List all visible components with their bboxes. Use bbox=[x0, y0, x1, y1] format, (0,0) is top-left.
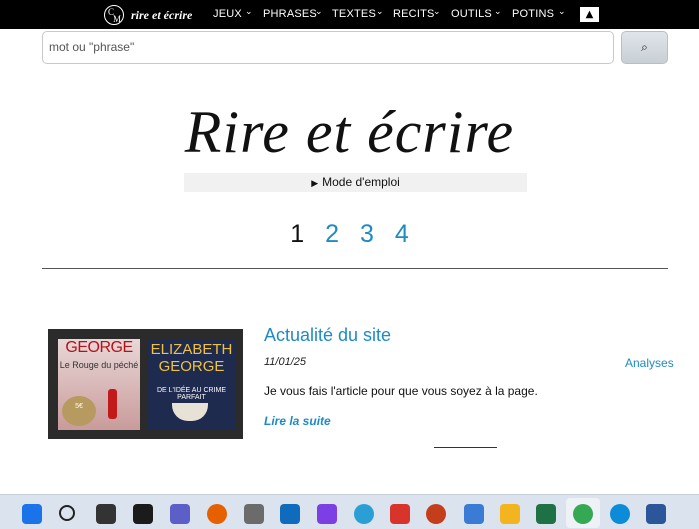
lipstick-image bbox=[108, 389, 117, 419]
page-link-2[interactable]: 2 bbox=[325, 220, 339, 249]
article-title-link[interactable]: Actualité du site bbox=[264, 325, 391, 346]
page-title: Rire et écrire bbox=[184, 99, 515, 165]
book1-author: GEORGE bbox=[65, 339, 133, 356]
page-link-3[interactable]: 3 bbox=[360, 220, 374, 249]
task-view-icon[interactable] bbox=[96, 504, 116, 524]
nav-item-outils[interactable]: OUTILS bbox=[451, 8, 492, 20]
chevron-down-icon[interactable]: ⌄ bbox=[494, 7, 502, 17]
book-cover-idee-au-crime: ELIZABETH GEORGE DE L'IDÉE AU CRIME PARF… bbox=[148, 339, 235, 430]
firefox-icon[interactable] bbox=[207, 504, 227, 524]
price-badge: 5€ bbox=[62, 396, 96, 426]
edge-icon[interactable] bbox=[610, 504, 630, 524]
nav-item-phrases[interactable]: PHRASES bbox=[263, 8, 317, 20]
teacup-image bbox=[172, 403, 208, 421]
mode-emploi-label: Mode d'emploi bbox=[322, 175, 400, 189]
search-button[interactable]: ⌕ bbox=[621, 31, 668, 64]
outlook-calendar-icon[interactable] bbox=[280, 504, 300, 524]
scroll-top-button[interactable]: ▲ bbox=[580, 7, 599, 22]
chevron-down-icon[interactable]: ⌄ bbox=[315, 7, 323, 17]
m365-icon[interactable] bbox=[317, 504, 337, 524]
article-category-link[interactable]: Analyses bbox=[625, 356, 674, 370]
search-icon[interactable] bbox=[59, 505, 75, 521]
search-input[interactable]: mot ou "phrase" bbox=[42, 31, 614, 64]
nav-item-potins[interactable]: POTINS bbox=[512, 8, 554, 20]
site-brand[interactable]: rire et écrire bbox=[131, 8, 192, 23]
book2-title: DE L'IDÉE AU CRIME PARFAIT bbox=[156, 387, 227, 401]
top-navigation-bar: C M rire et écrire JEUX ⌄ PHRASES ⌄ TEXT… bbox=[0, 0, 699, 29]
word-icon[interactable] bbox=[646, 504, 666, 524]
read-more-link[interactable]: Lire la suite bbox=[264, 414, 331, 428]
disclosure-triangle-icon: ▶ bbox=[311, 178, 319, 188]
snipping-tool-icon[interactable] bbox=[390, 504, 410, 524]
notepad-icon[interactable] bbox=[464, 504, 484, 524]
nav-item-jeux[interactable]: JEUX bbox=[213, 8, 242, 20]
chevron-down-icon[interactable]: ⌄ bbox=[558, 7, 566, 17]
page-link-4[interactable]: 4 bbox=[395, 220, 409, 249]
chevron-down-icon[interactable]: ⌄ bbox=[245, 7, 253, 17]
windows-start-icon[interactable] bbox=[22, 504, 42, 524]
page-current: 1 bbox=[290, 220, 305, 248]
article-date: 11/01/25 bbox=[264, 356, 307, 368]
powerpoint-icon[interactable] bbox=[426, 504, 446, 524]
search-icon: ⌕ bbox=[641, 40, 648, 54]
site-logo[interactable]: C M bbox=[104, 5, 124, 25]
excel-icon[interactable] bbox=[536, 504, 556, 524]
article-separator bbox=[434, 447, 497, 448]
printer-icon[interactable] bbox=[244, 504, 264, 524]
book1-title: Le Rouge du péché bbox=[59, 360, 139, 370]
file-explorer-icon[interactable] bbox=[500, 504, 520, 524]
chevron-down-icon[interactable]: ⌄ bbox=[376, 7, 384, 17]
pagination: 1 2 3 4 bbox=[0, 220, 699, 249]
chrome-icon[interactable] bbox=[573, 504, 593, 524]
section-divider bbox=[42, 268, 668, 269]
windows-taskbar bbox=[0, 494, 699, 529]
teams-icon[interactable] bbox=[170, 504, 190, 524]
nav-item-textes[interactable]: TEXTES bbox=[332, 8, 376, 20]
mode-emploi-toggle[interactable]: ▶ Mode d'emploi bbox=[184, 173, 527, 192]
paint-icon[interactable] bbox=[354, 504, 374, 524]
chevron-down-icon[interactable]: ⌄ bbox=[433, 7, 441, 17]
terminal-icon[interactable] bbox=[133, 504, 153, 524]
article-excerpt: Je vous fais l'article pour que vous soy… bbox=[264, 384, 538, 398]
nav-item-recits[interactable]: RECITS bbox=[393, 8, 435, 20]
logo-letter-m: M bbox=[113, 14, 122, 24]
book-cover-rouge-du-peche: GEORGE Le Rouge du péché 5€ bbox=[58, 339, 140, 430]
book2-author: ELIZABETH GEORGE bbox=[150, 341, 233, 375]
